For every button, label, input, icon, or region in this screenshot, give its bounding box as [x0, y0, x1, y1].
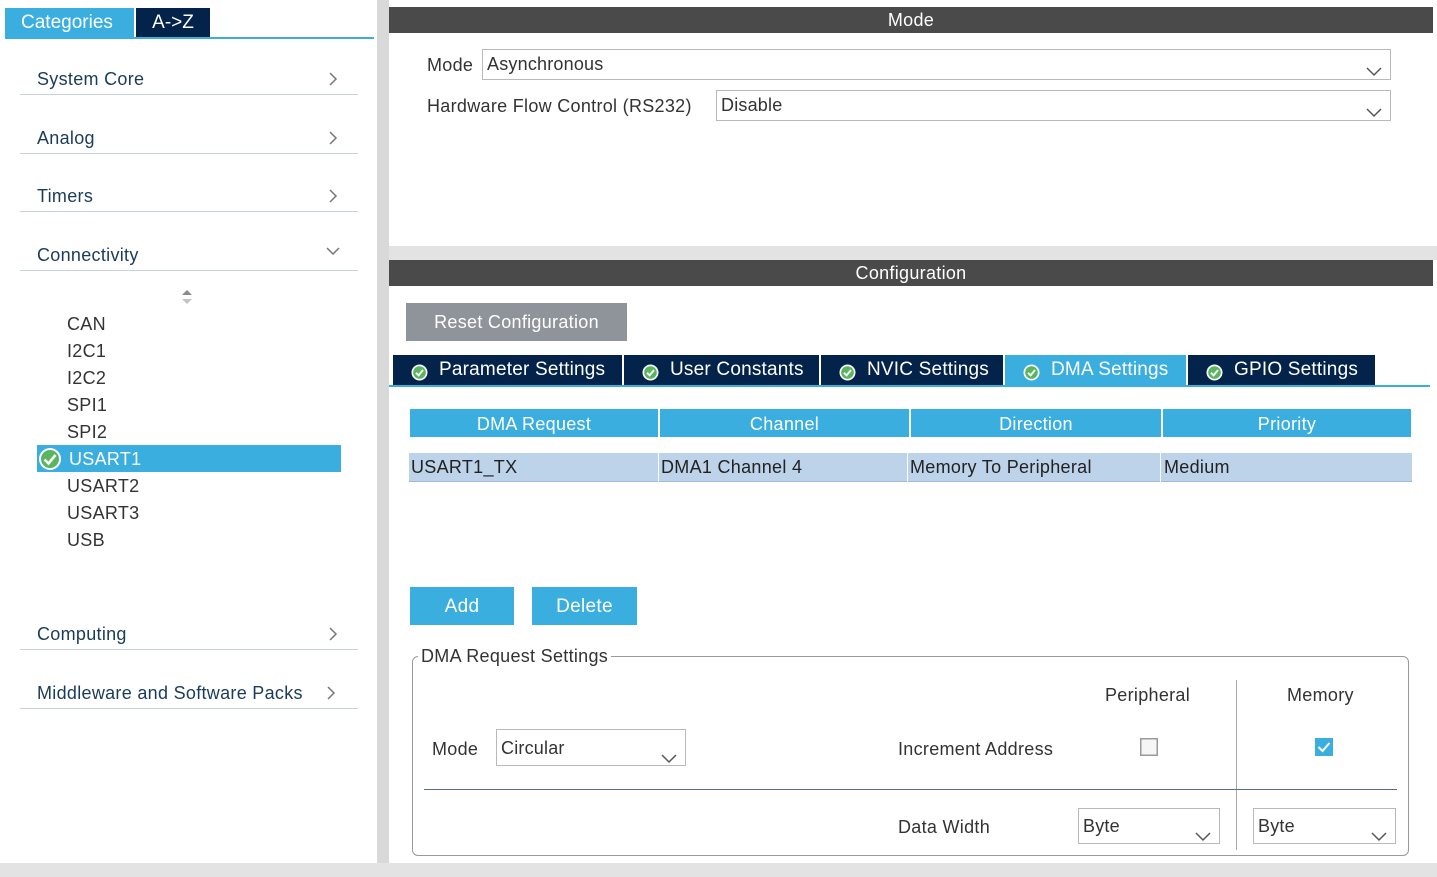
tab-user-constants[interactable]: User Constants — [624, 355, 819, 385]
flow-control-select[interactable]: Disable — [716, 90, 1391, 121]
reset-configuration-button[interactable]: Reset Configuration — [406, 303, 627, 341]
dma-mode-label: Mode — [432, 739, 479, 759]
category-label: Connectivity — [37, 245, 139, 265]
category-label: Timers — [37, 186, 94, 206]
row-divider — [424, 789, 1397, 790]
cell-direction: Memory To Peripheral — [910, 457, 1092, 477]
check-circle-icon — [1206, 361, 1223, 381]
category-label: System Core — [37, 69, 145, 89]
data-width-peripheral-select[interactable]: Byte — [1078, 808, 1220, 844]
table-row[interactable]: USART1_TX DMA1 Channel 4 Memory To Perip… — [409, 453, 1412, 482]
peripheral-usb[interactable]: USB — [67, 527, 105, 554]
column-header-direction[interactable]: Direction — [911, 409, 1161, 437]
peripheral-usart3[interactable]: USART3 — [67, 500, 140, 527]
chevron-down-icon — [326, 244, 340, 258]
tab-underline — [5, 37, 374, 39]
increment-memory-checkbox[interactable] — [1315, 738, 1333, 756]
flow-control-value: Disable — [721, 95, 783, 115]
check-circle-icon — [1023, 361, 1040, 381]
tab-label: Parameter Settings — [439, 359, 606, 380]
configuration-header: Configuration — [389, 260, 1433, 286]
chevron-down-icon — [1195, 820, 1211, 842]
peripheral-spi1[interactable]: SPI1 — [67, 392, 107, 419]
category-timers[interactable]: Timers — [20, 172, 358, 212]
peripheral-i2c2[interactable]: I2C2 — [67, 365, 106, 392]
chevron-right-icon — [326, 189, 340, 203]
category-connectivity[interactable]: Connectivity — [20, 231, 358, 271]
data-width-peripheral-value: Byte — [1083, 816, 1120, 836]
dma-mode-value: Circular — [501, 738, 565, 758]
tab-label: User Constants — [670, 359, 804, 380]
chevron-down-icon — [1366, 99, 1382, 118]
peripheral-can[interactable]: CAN — [67, 311, 106, 338]
column-header-dma-request[interactable]: DMA Request — [410, 409, 658, 437]
tab-parameter-settings[interactable]: Parameter Settings — [393, 355, 622, 385]
cell-channel: DMA1 Channel 4 — [661, 457, 803, 477]
memory-column-header: Memory — [1287, 685, 1354, 705]
chevron-right-icon — [326, 72, 340, 86]
configuration-tabs: Parameter Settings User Constants NVIC S… — [393, 355, 1377, 385]
column-header-channel[interactable]: Channel — [660, 409, 909, 437]
bottom-border — [0, 863, 1437, 877]
cell-priority: Medium — [1164, 457, 1230, 477]
categories-panel: Categories A->Z System Core Analog Timer… — [0, 0, 377, 877]
category-analog[interactable]: Analog — [20, 114, 358, 154]
chevron-down-icon — [1371, 820, 1387, 842]
check-circle-icon — [642, 361, 659, 381]
peripheral-usart2[interactable]: USART2 — [67, 473, 140, 500]
check-circle-icon — [411, 361, 428, 381]
data-width-memory-value: Byte — [1258, 816, 1295, 836]
category-label: Computing — [37, 624, 127, 644]
category-computing[interactable]: Computing — [20, 610, 358, 650]
check-circle-icon — [38, 447, 62, 471]
cell-dma-request: USART1_TX — [411, 457, 518, 477]
tab-dma-settings[interactable]: DMA Settings — [1005, 355, 1186, 385]
column-divider — [1236, 680, 1237, 850]
dma-mode-select[interactable]: Circular — [496, 729, 686, 766]
category-label: Middleware and Software Packs — [37, 683, 303, 703]
panel-divider[interactable] — [389, 246, 1437, 260]
category-label: Analog — [37, 128, 95, 148]
peripheral-column-header: Peripheral — [1105, 685, 1191, 705]
tab-a-to-z[interactable]: A->Z — [136, 8, 210, 37]
mode-label: Mode — [427, 55, 474, 75]
flow-control-label: Hardware Flow Control (RS232) — [427, 96, 692, 116]
group-title: DMA Request Settings — [418, 646, 612, 667]
category-system-core[interactable]: System Core — [20, 55, 358, 95]
panel-splitter[interactable] — [377, 0, 389, 877]
left-tab-bar: Categories A->Z — [5, 8, 210, 37]
category-middleware[interactable]: Middleware and Software Packs — [20, 669, 358, 709]
peripheral-spi2[interactable]: SPI2 — [67, 419, 107, 446]
tab-label: GPIO Settings — [1234, 359, 1359, 380]
chevron-right-icon — [326, 131, 340, 145]
sort-arrows-icon[interactable] — [181, 289, 193, 305]
check-circle-icon — [839, 361, 856, 381]
chevron-down-icon — [661, 741, 677, 764]
mode-header: Mode — [389, 7, 1433, 33]
chevron-right-icon — [324, 686, 338, 700]
chevron-down-icon — [1366, 58, 1382, 77]
mode-select[interactable]: Asynchronous — [482, 49, 1391, 80]
tab-underline — [389, 385, 1430, 387]
peripheral-usart1[interactable]: USART1 — [37, 445, 341, 472]
data-width-memory-select[interactable]: Byte — [1253, 808, 1396, 844]
chevron-right-icon — [326, 627, 340, 641]
increment-peripheral-checkbox[interactable] — [1140, 738, 1158, 756]
add-button[interactable]: Add — [410, 587, 514, 625]
peripheral-label: USART1 — [69, 449, 142, 469]
peripheral-i2c1[interactable]: I2C1 — [67, 338, 106, 365]
tab-label: NVIC Settings — [867, 359, 989, 380]
increment-address-label: Increment Address — [898, 739, 1054, 759]
cell-divider — [1160, 453, 1161, 482]
cell-divider — [907, 453, 908, 482]
delete-button[interactable]: Delete — [532, 587, 637, 625]
column-header-priority[interactable]: Priority — [1163, 409, 1411, 437]
tab-gpio-settings[interactable]: GPIO Settings — [1188, 355, 1375, 385]
data-width-label: Data Width — [898, 817, 991, 837]
mode-select-value: Asynchronous — [487, 54, 604, 74]
cell-divider — [658, 453, 659, 482]
tab-nvic-settings[interactable]: NVIC Settings — [821, 355, 1003, 385]
tab-label: DMA Settings — [1051, 359, 1169, 380]
tab-categories[interactable]: Categories — [5, 8, 134, 37]
